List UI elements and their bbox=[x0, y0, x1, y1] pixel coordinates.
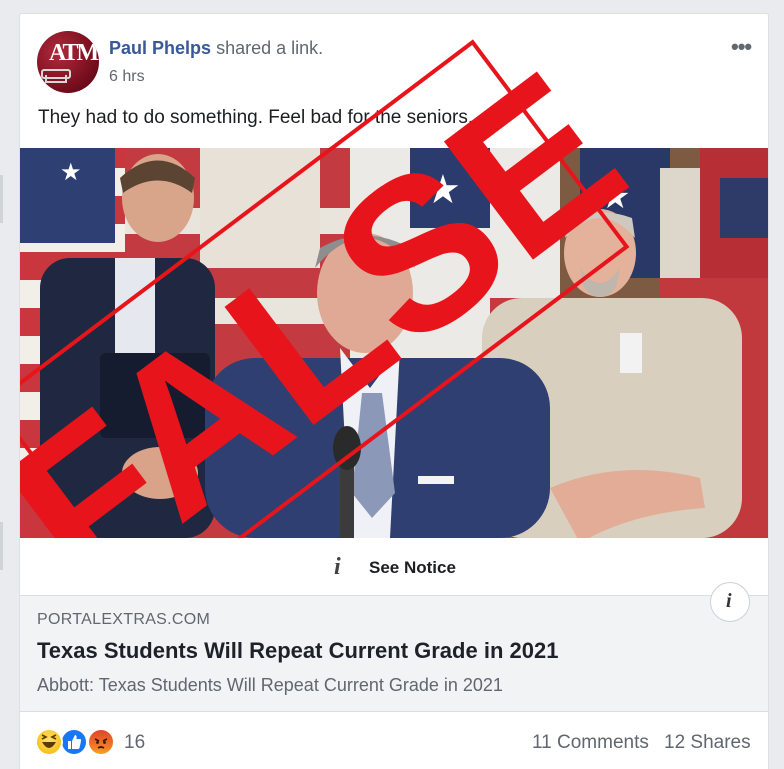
shares-count-link[interactable]: 12 Shares bbox=[664, 732, 751, 754]
info-icon: i bbox=[726, 590, 732, 612]
avatar-monogram: ATM bbox=[49, 40, 99, 66]
angry-reaction-icon[interactable] bbox=[87, 728, 115, 756]
info-icon: i bbox=[334, 554, 341, 580]
like-reaction-icon[interactable] bbox=[60, 728, 88, 756]
left-edge-marker bbox=[0, 175, 3, 223]
post-timestamp[interactable]: 6 hrs bbox=[109, 68, 145, 86]
feed-post: ATM Paul Phelps shared a link. 6 hrs •••… bbox=[19, 13, 769, 769]
post-action-text: shared a link. bbox=[216, 38, 324, 58]
link-info-button[interactable]: i bbox=[710, 582, 750, 622]
link-title[interactable]: Texas Students Will Repeat Current Grade… bbox=[37, 638, 558, 664]
link-domain: PORTALEXTRAS.COM bbox=[37, 611, 211, 628]
helmet-facemask-icon bbox=[45, 75, 67, 83]
post-header: ATM Paul Phelps shared a link. 6 hrs ••• bbox=[20, 14, 768, 104]
more-options-icon[interactable]: ••• bbox=[731, 34, 752, 60]
shared-link-image[interactable]: ★ ★ ★ bbox=[20, 148, 768, 538]
svg-text:★: ★ bbox=[60, 159, 82, 186]
post-footer: 16 11 Comments 12 Shares bbox=[20, 712, 768, 769]
haha-reaction-icon[interactable] bbox=[35, 728, 63, 756]
press-conference-photo: ★ ★ ★ bbox=[20, 148, 768, 538]
see-notice-bar[interactable]: i See Notice bbox=[20, 538, 768, 596]
post-text: They had to do something. Feel bad for t… bbox=[38, 107, 474, 128]
see-notice-label: See Notice bbox=[369, 558, 456, 577]
author-name-link[interactable]: Paul Phelps bbox=[109, 38, 211, 58]
comments-count-link[interactable]: 11 Comments bbox=[532, 732, 649, 754]
link-description: Abbott: Texas Students Will Repeat Curre… bbox=[37, 675, 503, 695]
link-preview[interactable]: i PORTALEXTRAS.COM Texas Students Will R… bbox=[20, 582, 768, 712]
avatar[interactable]: ATM bbox=[37, 31, 99, 93]
post-attribution: Paul Phelps shared a link. bbox=[109, 38, 323, 59]
reaction-count[interactable]: 16 bbox=[124, 732, 145, 754]
left-edge-marker bbox=[0, 522, 3, 570]
svg-text:★: ★ bbox=[425, 168, 461, 212]
